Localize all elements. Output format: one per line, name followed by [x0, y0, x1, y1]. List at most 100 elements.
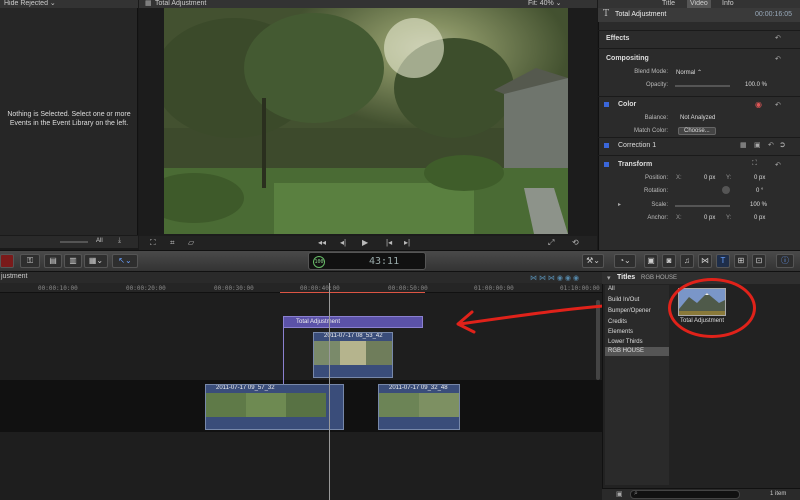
category-rgb-house[interactable]: RGB HOUSE: [608, 348, 644, 354]
rotation-dial[interactable]: [722, 186, 730, 194]
playhead[interactable]: [329, 283, 330, 500]
adjustment-title-clip[interactable]: Total Adjustment: [283, 316, 423, 328]
effects-section[interactable]: Effects: [606, 35, 629, 42]
viewer-zoom-menu[interactable]: Fit: 40% ⌄: [528, 0, 562, 8]
play-button[interactable]: ▶: [362, 238, 368, 247]
tab-info[interactable]: Info: [722, 0, 734, 8]
append-clip-button[interactable]: ▦⌄: [84, 254, 108, 268]
key-icon[interactable]: ⚿: [20, 254, 40, 268]
category-lower-thirds[interactable]: Lower Thirds: [608, 339, 643, 345]
position-y-value[interactable]: 0 px: [754, 175, 765, 181]
timeline-project-title: justment: [1, 273, 28, 280]
scale-value[interactable]: 100 %: [750, 202, 767, 208]
connected-clip-label: 2011-07-17 08_53_42: [324, 333, 383, 339]
audio-meters-icon[interactable]: ⋈ ⋈ ⋈ ◉ ◉ ◉: [530, 274, 579, 282]
opacity-slider[interactable]: [675, 85, 730, 87]
disclosure-triangle-icon[interactable]: ▾: [607, 274, 611, 282]
dashboard-timecode: 100 43:11: [308, 252, 426, 270]
reset-transform-icon[interactable]: ↶: [775, 161, 781, 169]
media-browser-icon[interactable]: ▣: [644, 254, 658, 268]
expand-icon[interactable]: ⤢: [548, 238, 554, 248]
clip-thumbnail: [206, 393, 246, 417]
event-footer-filter[interactable]: All: [96, 238, 103, 244]
photo-browser-icon[interactable]: ◙: [662, 254, 676, 268]
event-empty-message: Nothing is Selected. Select one or more …: [7, 111, 131, 127]
rotation-value[interactable]: 0 °: [756, 188, 763, 194]
category-build-in-out[interactable]: Build In/Out: [608, 297, 639, 303]
transform-section[interactable]: Transform: [618, 161, 652, 168]
inspector-toggle-icon[interactable]: ⓘ: [776, 254, 794, 268]
color-enable-checkbox[interactable]: [604, 102, 609, 107]
position-label: Position:: [644, 175, 668, 181]
divider: [598, 96, 800, 97]
transform-enable-checkbox[interactable]: [604, 162, 609, 167]
primary-clip-2-label: 2011-07-17 09_32_48: [389, 385, 448, 391]
fullscreen-viewer-icon[interactable]: ⛶: [150, 238, 156, 248]
enhance-icon[interactable]: ▱: [188, 238, 194, 247]
anchor-y-label: Y:: [726, 215, 732, 221]
reject-button[interactable]: [0, 254, 14, 268]
rewind-icon[interactable]: ◂◂: [318, 238, 326, 247]
correction-enable-checkbox[interactable]: [604, 143, 609, 148]
anchor-y-value[interactable]: 0 px: [754, 215, 765, 221]
mask-icon[interactable]: ▦: [740, 141, 747, 149]
blend-mode-select[interactable]: Normal ⌃: [676, 69, 702, 76]
reset-effects-icon[interactable]: ↶: [775, 34, 781, 42]
transitions-browser-icon[interactable]: ⋈: [698, 254, 712, 268]
category-all[interactable]: All: [608, 286, 615, 292]
download-icon[interactable]: ⤓: [118, 237, 121, 245]
titles-browser-icon[interactable]: T: [716, 254, 730, 268]
retime-button[interactable]: ◔⌄: [614, 254, 636, 268]
range-selection-bar: [280, 292, 425, 293]
tab-title[interactable]: Title: [662, 0, 675, 8]
event-zoom-slider[interactable]: [60, 241, 88, 243]
select-tool-button[interactable]: ↖⌄: [112, 254, 138, 268]
go-to-correction-icon[interactable]: ➲: [779, 140, 786, 149]
enhancement-button[interactable]: ⚒⌄: [582, 254, 604, 268]
primary-video-clip-1[interactable]: 2011-07-17 09_57_32: [205, 384, 344, 430]
generators-browser-icon[interactable]: ⊞: [734, 254, 748, 268]
connected-video-clip[interactable]: 2011-07-17 08_53_42: [313, 332, 393, 378]
fast-forward-icon[interactable]: ▸|: [404, 238, 410, 247]
position-y-label: Y:: [726, 175, 732, 181]
category-elements[interactable]: Elements: [608, 329, 633, 335]
position-x-value[interactable]: 0 px: [704, 175, 715, 181]
timecode-value: 43:11: [369, 256, 400, 267]
event-filter-label: Hide Rejected: [4, 0, 48, 7]
anchor-x-value[interactable]: 0 px: [704, 215, 715, 221]
reset-color-icon[interactable]: ↶: [775, 101, 781, 109]
color-board-icon[interactable]: ◉: [755, 100, 762, 109]
correction-section[interactable]: Correction 1: [618, 142, 656, 149]
transform-onscreen-icon[interactable]: ⛶: [752, 160, 757, 168]
step-forward-icon[interactable]: |◂: [386, 238, 392, 247]
tab-video[interactable]: Video: [687, 0, 711, 8]
clip-thumbnail: [314, 341, 340, 365]
scale-slider[interactable]: [675, 205, 730, 207]
music-browser-icon[interactable]: ♫: [680, 254, 694, 268]
match-color-choose-button[interactable]: Choose...: [678, 127, 716, 135]
reset-compositing-icon[interactable]: ↶: [775, 55, 781, 63]
compositing-section[interactable]: Compositing: [606, 55, 649, 62]
anchor-label: Anchor:: [647, 215, 668, 221]
viewer-title: Total Adjustment: [155, 0, 207, 7]
category-bumper-opener[interactable]: Bumper/Opener: [608, 308, 651, 314]
color-section[interactable]: Color: [618, 101, 636, 108]
viewer-video-frame: [164, 8, 568, 234]
insert-clip-button[interactable]: ▥: [64, 254, 82, 268]
opacity-value[interactable]: 100.0 %: [745, 82, 767, 88]
titles-search-field[interactable]: ⌕: [630, 490, 740, 499]
shape-mask-icon[interactable]: ▣: [754, 141, 761, 149]
primary-video-clip-2[interactable]: 2011-07-17 09_32_48: [378, 384, 460, 430]
crop-icon[interactable]: ⌗: [170, 238, 175, 248]
step-back-icon[interactable]: ◂|: [340, 238, 346, 247]
event-filter-menu[interactable]: Hide Rejected ⌄: [0, 0, 138, 8]
connect-clip-button[interactable]: ▤: [44, 254, 62, 268]
themes-browser-icon[interactable]: ⊡: [752, 254, 766, 268]
title-type-icon: T: [603, 9, 610, 19]
garden-scene-image: [164, 8, 568, 234]
category-credits[interactable]: Credits: [608, 319, 627, 325]
reset-correction-icon[interactable]: ↶: [768, 141, 774, 149]
scale-label: Scale:: [651, 202, 668, 208]
loop-icon[interactable]: ⟲: [572, 238, 579, 247]
browser-view-icon[interactable]: ▣: [616, 490, 623, 498]
